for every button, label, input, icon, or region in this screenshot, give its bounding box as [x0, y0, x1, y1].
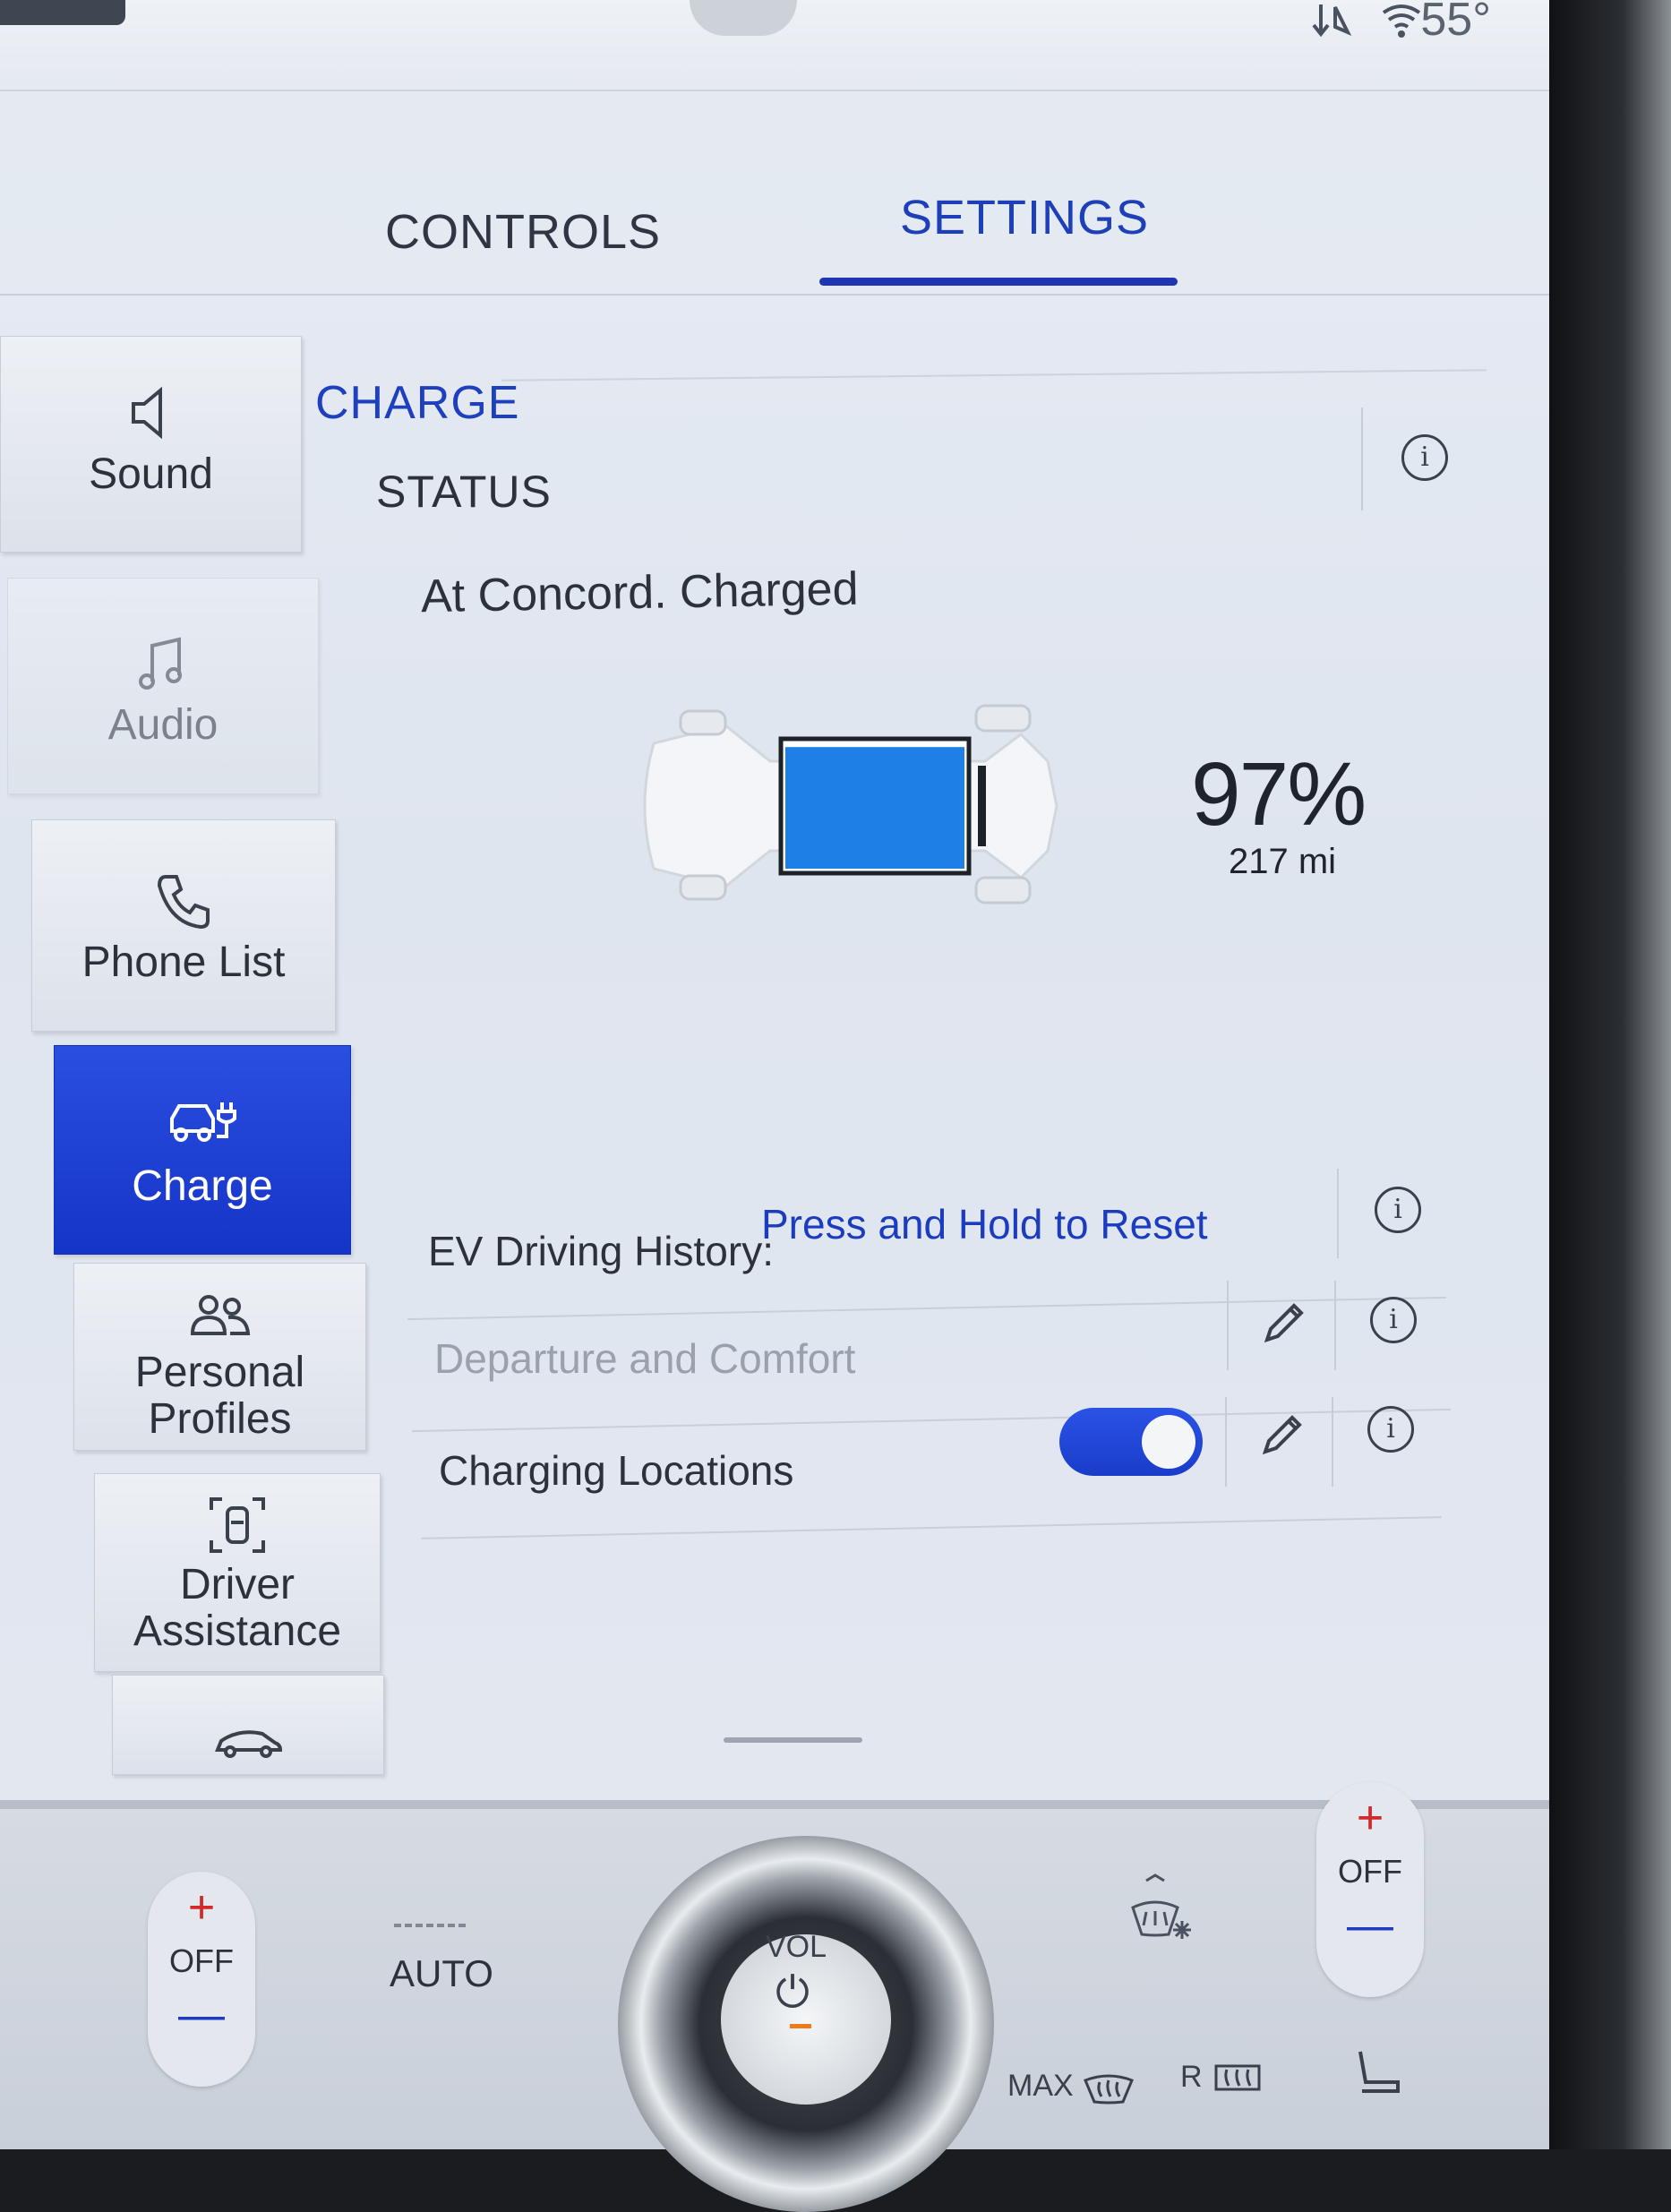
- info-separator: [1361, 407, 1363, 510]
- departure-comfort-label[interactable]: Departure and Comfort: [434, 1334, 855, 1383]
- sidebar-item-vehicle[interactable]: [112, 1675, 384, 1775]
- sidebar-item-charge[interactable]: Charge: [54, 1045, 351, 1255]
- info-icon[interactable]: i: [1367, 1406, 1414, 1453]
- auto-indicator: [394, 1924, 466, 1931]
- section-divider: [501, 369, 1487, 382]
- driver-temp-value: OFF: [169, 1942, 234, 1979]
- info-icon[interactable]: i: [1375, 1187, 1421, 1233]
- top-tabs: CONTROLS SETTINGS: [0, 90, 1554, 296]
- sidebar-item-label: Sound: [89, 450, 213, 498]
- row-separator: [1225, 1397, 1227, 1487]
- charging-locations-label: Charging Locations: [439, 1447, 794, 1494]
- sidebar-item-driver-assistance[interactable]: Driver Assistance: [94, 1473, 381, 1672]
- active-tab-indicator: [819, 278, 1178, 286]
- auto-climate-button[interactable]: AUTO: [390, 1952, 493, 1995]
- rear-defrost-button[interactable]: R: [1180, 2060, 1264, 2096]
- sidebar-item-label: Audio: [107, 701, 219, 749]
- power-icon[interactable]: ⏻: [776, 1968, 810, 2019]
- driver-temp-up-button[interactable]: +: [148, 1881, 255, 1934]
- driver-temp-control[interactable]: + OFF —: [148, 1872, 255, 2087]
- power-indicator: [790, 2024, 811, 2028]
- screen-bezel: [1549, 0, 1671, 2149]
- rear-defrost-label: R: [1180, 2060, 1203, 2094]
- max-defrost-button[interactable]: MAX: [1007, 2069, 1135, 2105]
- toggle-knob: [1142, 1415, 1195, 1469]
- heated-seat-icon[interactable]: [1348, 2046, 1410, 2100]
- wifi-icon: [1312, 0, 1437, 50]
- battery-percent: 97%: [1191, 744, 1367, 845]
- sidebar-item-phone-list[interactable]: Phone List: [31, 819, 336, 1032]
- row-separator: [1332, 1397, 1333, 1487]
- speaker-icon: [131, 386, 162, 440]
- volume-label: VOL: [766, 1930, 827, 1964]
- sidebar-item-label: Phone List: [81, 939, 286, 986]
- charge-status-text: At Concord. Charged: [420, 562, 859, 623]
- sidebar-item-label: Charge: [132, 1162, 273, 1210]
- sidebar-item-audio[interactable]: Audio: [7, 578, 319, 794]
- info-icon[interactable]: i: [1370, 1297, 1417, 1343]
- battery-range: 217 mi: [1229, 842, 1337, 881]
- sidebar-item-sound[interactable]: Sound: [0, 336, 302, 553]
- ev-charge-icon: [170, 1102, 236, 1142]
- driver-assist-icon: [210, 1497, 265, 1553]
- tab-divider: [0, 294, 1554, 296]
- front-defrost-icon: [1084, 2074, 1135, 2105]
- charging-locations-toggle[interactable]: [1059, 1408, 1203, 1476]
- sidebar-item-label-line1: Driver: [180, 1561, 295, 1608]
- defrost-ac-icon[interactable]: [1124, 1872, 1195, 1952]
- passenger-temp-down-button[interactable]: —: [1316, 1899, 1424, 1952]
- row-separator: [1337, 1169, 1339, 1258]
- edit-pencil-icon[interactable]: [1258, 1299, 1308, 1349]
- status-bar: 55°: [0, 0, 1554, 91]
- sidebar-item-label-line2: Profiles: [148, 1395, 292, 1443]
- edit-pencil-icon[interactable]: [1256, 1410, 1307, 1461]
- profile-avatar[interactable]: [690, 0, 797, 36]
- sidebar-item-personal-profiles[interactable]: Personal Profiles: [73, 1263, 366, 1451]
- driver-temp-down-button[interactable]: —: [148, 1988, 255, 2042]
- rear-defrost-icon: [1214, 2064, 1261, 2091]
- passenger-temp-up-button[interactable]: +: [1316, 1791, 1424, 1845]
- tab-settings[interactable]: SETTINGS: [900, 190, 1149, 245]
- info-icon[interactable]: i: [1401, 434, 1448, 481]
- row-separator: [1227, 1281, 1229, 1370]
- phone-icon: [157, 875, 210, 930]
- ev-history-label: EV Driving History:: [428, 1228, 774, 1274]
- sidebar-item-label-line2: Assistance: [133, 1608, 342, 1655]
- infotainment-screen: 55° CONTROLS SETTINGS Sound Audio Phone …: [0, 0, 1554, 2212]
- status-bar-left-badge: [0, 0, 125, 25]
- battery-chassis-graphic: [643, 704, 1058, 905]
- row-separator: [1334, 1281, 1336, 1370]
- people-icon: [190, 1295, 250, 1335]
- max-defrost-label: MAX: [1007, 2069, 1074, 2103]
- passenger-temp-value: OFF: [1338, 1853, 1402, 1890]
- car-icon: [215, 1730, 283, 1758]
- ev-history-reset-button[interactable]: Press and Hold to Reset: [761, 1200, 1208, 1248]
- sidebar-item-label-line1: Personal: [134, 1349, 305, 1396]
- section-title: CHARGE: [315, 377, 520, 429]
- music-note-icon: [139, 637, 182, 690]
- passenger-temp-control[interactable]: + OFF —: [1316, 1782, 1424, 1997]
- battery-fill: [785, 747, 964, 869]
- tab-controls[interactable]: CONTROLS: [385, 204, 661, 260]
- scroll-handle[interactable]: [724, 1737, 862, 1743]
- row-divider: [421, 1516, 1442, 1539]
- status-title: STATUS: [376, 467, 552, 517]
- outside-temperature: 55°: [1420, 0, 1491, 46]
